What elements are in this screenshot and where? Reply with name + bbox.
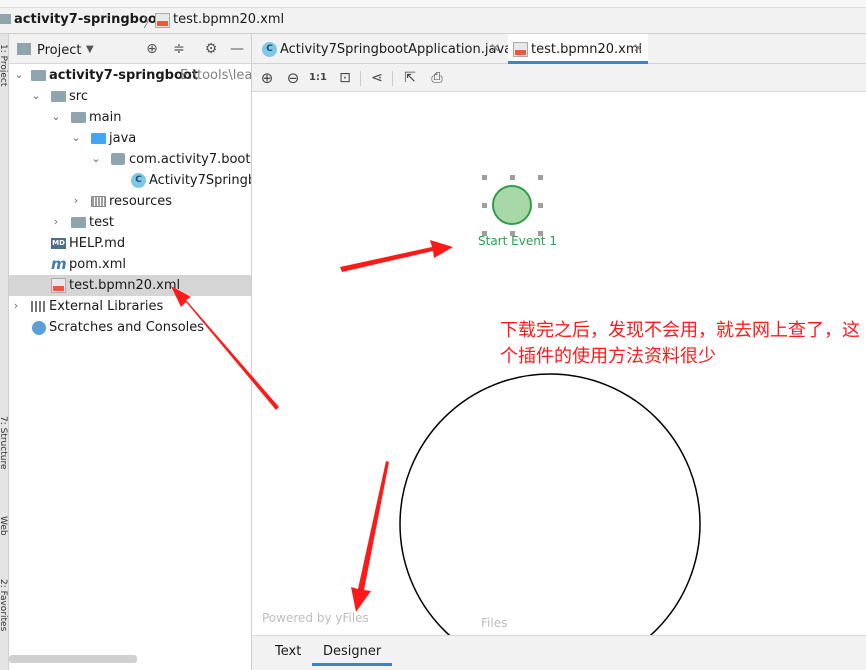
tree-item-com-activity7-boot[interactable]: ⌄ com.activity7.boot	[9, 149, 251, 170]
project-tool-tab[interactable]: 1: Project	[0, 44, 8, 86]
resources-folder-icon	[91, 196, 106, 207]
xml-file-icon	[155, 13, 170, 28]
close-icon[interactable]: ✕	[633, 41, 643, 55]
breadcrumb-project[interactable]: activity7-springboot	[14, 12, 163, 27]
start-event-label: Start Event 1	[478, 234, 557, 248]
tab-text[interactable]: Text	[275, 644, 301, 659]
editor-bottom-tabs: Text Designer	[252, 635, 866, 670]
tree-item-path: E:\tools\lear	[180, 68, 252, 83]
tree-item-pom-xml[interactable]: m pom.xml	[9, 254, 251, 275]
tree-item-label: java	[109, 131, 137, 146]
close-icon[interactable]: ✕	[490, 41, 500, 55]
tree-item-label: Scratches and Consoles	[49, 320, 205, 335]
tree-item-test-bpmn20-xml[interactable]: test.bpmn20.xml	[9, 275, 251, 296]
designer-toolbar: ⊕ ⊖ 1:1 ⊡ ⋖ ⇱ ⎙	[252, 64, 866, 92]
libraries-icon	[31, 301, 46, 312]
tree-item-label: com.activity7.boot	[129, 152, 251, 167]
left-tool-stripe: 1: Project 7: Structure Web 2: Favorites	[0, 34, 9, 670]
actual-size-button[interactable]: 1:1	[309, 69, 327, 87]
folder-icon	[71, 112, 86, 123]
folder-icon	[71, 217, 86, 228]
module-folder-icon	[31, 70, 46, 81]
chevron-down-icon[interactable]: ⌄	[30, 89, 42, 102]
tab-application-java[interactable]: C Activity7SpringbootApplication.java ✕	[258, 34, 512, 64]
chevron-down-icon[interactable]: ⌄	[70, 131, 82, 144]
tree-item-help-md[interactable]: MD HELP.md	[9, 233, 251, 254]
yfiles-watermark-partial: Files	[481, 616, 508, 630]
chevron-right-icon[interactable]: ›	[50, 215, 62, 228]
layout-icon[interactable]: ⋖	[368, 69, 386, 87]
tree-item-label: src	[69, 89, 88, 104]
chevron-right-icon[interactable]: ›	[70, 194, 82, 207]
tree-item-label: test.bpmn20.xml	[69, 278, 181, 293]
tree-item-label: resources	[109, 194, 173, 209]
package-icon	[111, 153, 125, 165]
source-folder-icon	[91, 133, 106, 144]
structure-tool-tab[interactable]: 7: Structure	[0, 416, 8, 470]
folder-icon	[51, 91, 66, 102]
tree-item-test[interactable]: › test	[9, 212, 251, 233]
annotation-text: 下载完之后，发现不会用，就去网上查了，这个插件的使用方法资料很少	[500, 320, 860, 367]
tab-test-bpmn20-xml[interactable]: test.bpmn20.xml ✕	[508, 34, 648, 64]
class-icon: C	[131, 173, 146, 188]
window-top-strip	[0, 0, 866, 8]
annotation-circle	[399, 373, 701, 635]
chevron-down-icon[interactable]: ⌄	[90, 152, 102, 165]
start-event-shape[interactable]	[492, 185, 532, 225]
tree-item-label: Activity7Springbo	[149, 173, 251, 188]
markdown-icon: MD	[51, 238, 66, 249]
chevron-down-icon[interactable]: ⌄	[13, 68, 25, 81]
breadcrumb-file[interactable]: test.bpmn20.xml	[173, 12, 284, 27]
tree-item-label: pom.xml	[69, 257, 126, 272]
tree-item-label: HELP.md	[69, 236, 126, 251]
tree-item-activity7-springboot[interactable]: ⌄ activity7-springboot E:\tools\lear	[9, 65, 252, 86]
xml-file-icon	[51, 278, 66, 293]
tab-label: test.bpmn20.xml	[531, 42, 643, 57]
editor-tab-bar: C Activity7SpringbootApplication.java ✕ …	[252, 34, 866, 64]
navigation-bar: activity7-springboot 〉 test.bpmn20.xml	[0, 0, 866, 34]
tree-item-application-class[interactable]: C Activity7Springbo	[9, 170, 251, 191]
tree-item-scratches[interactable]: Scratches and Consoles	[9, 317, 251, 338]
collapse-all-icon[interactable]: ≑	[170, 40, 188, 58]
tree-item-label: main	[89, 110, 122, 125]
toolbar-separator	[392, 71, 393, 86]
tree-item-src[interactable]: ⌄ src	[9, 86, 251, 107]
project-view-selector[interactable]: Project	[37, 43, 81, 58]
print-icon[interactable]: ⎙	[428, 69, 446, 87]
gear-icon[interactable]: ⚙	[202, 40, 220, 58]
chevron-down-icon[interactable]: ▼	[86, 44, 94, 55]
tree-item-label: External Libraries	[49, 299, 164, 314]
web-tool-tab[interactable]: Web	[0, 516, 8, 536]
yfiles-watermark: Powered by yFiles	[262, 611, 369, 625]
maven-icon: m	[51, 255, 67, 273]
tree-item-main[interactable]: ⌄ main	[9, 107, 251, 128]
project-view-icon	[17, 43, 31, 55]
chevron-down-icon[interactable]: ⌄	[50, 110, 62, 123]
tree-item-external-libraries[interactable]: › External Libraries	[9, 296, 251, 317]
horizontal-scrollbar[interactable]	[9, 655, 137, 663]
zoom-out-icon[interactable]: ⊖	[284, 69, 302, 87]
tab-designer[interactable]: Designer	[312, 644, 393, 666]
chevron-right-icon[interactable]: ›	[10, 299, 22, 312]
scratches-icon	[32, 321, 46, 335]
tree-item-resources[interactable]: › resources	[9, 191, 251, 212]
locate-icon[interactable]: ⊕	[143, 40, 161, 58]
tab-label: Activity7SpringbootApplication.java	[280, 42, 513, 57]
xml-file-icon	[513, 42, 528, 57]
minimize-icon[interactable]: —	[228, 40, 246, 58]
export-icon[interactable]: ⇱	[401, 69, 419, 87]
project-panel-header: Project ▼ ⊕ ≑ ⚙ —	[9, 34, 251, 64]
tree-item-label: test	[89, 215, 114, 230]
tree-item-java[interactable]: ⌄ java	[9, 128, 251, 149]
folder-icon	[0, 14, 11, 24]
project-panel: Project ▼ ⊕ ≑ ⚙ — ⌄ activity7-springboot…	[9, 34, 252, 670]
zoom-in-icon[interactable]: ⊕	[258, 69, 276, 87]
tree-item-label: activity7-springboot	[49, 68, 199, 83]
fit-content-icon[interactable]: ⊡	[336, 69, 354, 87]
class-icon: C	[262, 42, 277, 57]
favorites-tool-tab[interactable]: 2: Favorites	[0, 579, 8, 631]
toolbar-separator	[360, 71, 361, 86]
